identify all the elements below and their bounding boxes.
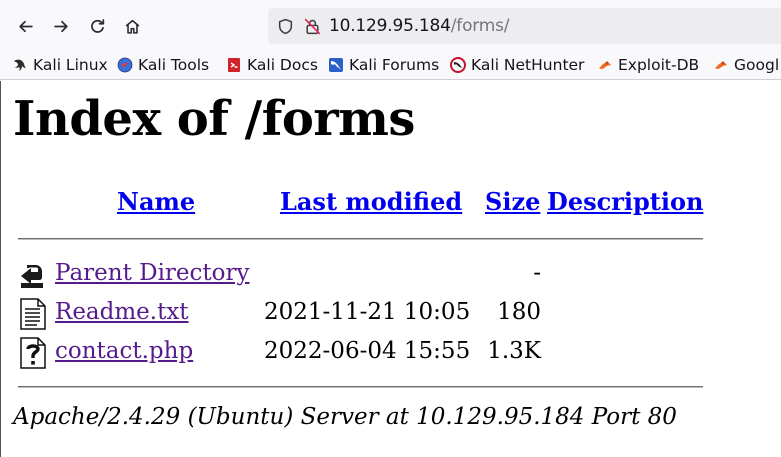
back-folder-icon — [18, 259, 48, 291]
url-bar[interactable]: 10.129.95.184/forms/ — [268, 8, 781, 44]
text-file-icon — [18, 298, 48, 330]
reload-icon — [90, 18, 104, 33]
kali-tools-icon — [117, 57, 133, 73]
column-header-description[interactable]: Description — [547, 187, 703, 216]
page-title: Index of /forms — [13, 91, 415, 147]
bookmark-label: Kali Forums — [349, 56, 440, 74]
google-hacking-db-icon — [713, 57, 729, 73]
kali-forums-icon — [328, 57, 344, 73]
table-row: Readme.txt 2021-11-21 10:05 180 — [1, 296, 781, 332]
file-modified: 2021-11-21 10:05 — [264, 299, 471, 325]
bookmark-label: Googl — [734, 56, 780, 74]
bookmark-kali-nethunter[interactable]: Kali NetHunter — [450, 54, 584, 76]
file-link-readme[interactable]: Readme.txt — [55, 299, 189, 325]
bookmark-label: Kali Linux — [33, 56, 108, 74]
bookmark-kali-linux[interactable]: Kali Linux — [12, 54, 108, 76]
page-content: Index of /forms Name Last modified Size … — [0, 81, 781, 457]
insecure-lock-icon[interactable] — [303, 17, 321, 35]
bookmark-google-hacking-db[interactable]: Googl — [713, 54, 779, 76]
bookmark-label: Kali NetHunter — [471, 56, 585, 74]
column-header-size[interactable]: Size — [485, 187, 540, 216]
kali-docs-icon — [226, 57, 242, 73]
column-header-name[interactable]: Name — [117, 187, 195, 216]
kali-nethunter-icon — [450, 57, 466, 73]
forward-button[interactable] — [46, 11, 76, 41]
home-icon — [125, 19, 139, 34]
table-divider-top — [18, 238, 703, 240]
file-link-contact-php[interactable]: contact.php — [55, 338, 193, 364]
url-host: 10.129.95.184 — [329, 16, 451, 36]
url-path: /forms/ — [450, 16, 510, 36]
bookmark-kali-forums[interactable]: Kali Forums — [328, 54, 439, 76]
reload-button[interactable] — [82, 11, 112, 41]
bookmark-label: Exploit-DB — [618, 56, 700, 74]
server-signature: Apache/2.4.29 (Ubuntu) Server at 10.129.… — [13, 404, 677, 430]
bookmark-label: Kali Docs — [247, 56, 318, 74]
table-divider-bottom — [18, 386, 703, 388]
url-text[interactable]: 10.129.95.184/forms/ — [329, 16, 510, 36]
file-size: 1.3K — [487, 338, 541, 364]
table-row: Parent Directory - — [1, 257, 781, 293]
kali-dragon-icon — [12, 57, 28, 73]
file-modified: 2022-06-04 15:55 — [264, 338, 471, 364]
bookmark-kali-tools[interactable]: Kali Tools — [117, 54, 209, 76]
back-button[interactable] — [10, 11, 40, 41]
shield-icon[interactable] — [276, 17, 294, 35]
column-header-last-modified[interactable]: Last modified — [280, 187, 462, 216]
file-link-parent-directory[interactable]: Parent Directory — [55, 260, 250, 286]
unknown-file-icon — [18, 337, 48, 369]
arrow-left-icon — [18, 20, 33, 32]
home-button[interactable] — [117, 11, 147, 41]
file-size: - — [533, 260, 541, 286]
arrow-right-icon — [53, 20, 68, 32]
file-size: 180 — [497, 299, 541, 325]
bookmarks-toolbar: Kali Linux Kali Tools Kali Docs Kali For… — [0, 50, 781, 80]
bookmark-kali-docs[interactable]: Kali Docs — [226, 54, 318, 76]
browser-toolbar: 10.129.95.184/forms/ — [0, 0, 781, 50]
bookmark-exploit-db[interactable]: Exploit-DB — [597, 54, 699, 76]
bookmark-label: Kali Tools — [138, 56, 210, 74]
table-row: contact.php 2022-06-04 15:55 1.3K — [1, 335, 781, 371]
exploit-db-icon — [597, 57, 613, 73]
